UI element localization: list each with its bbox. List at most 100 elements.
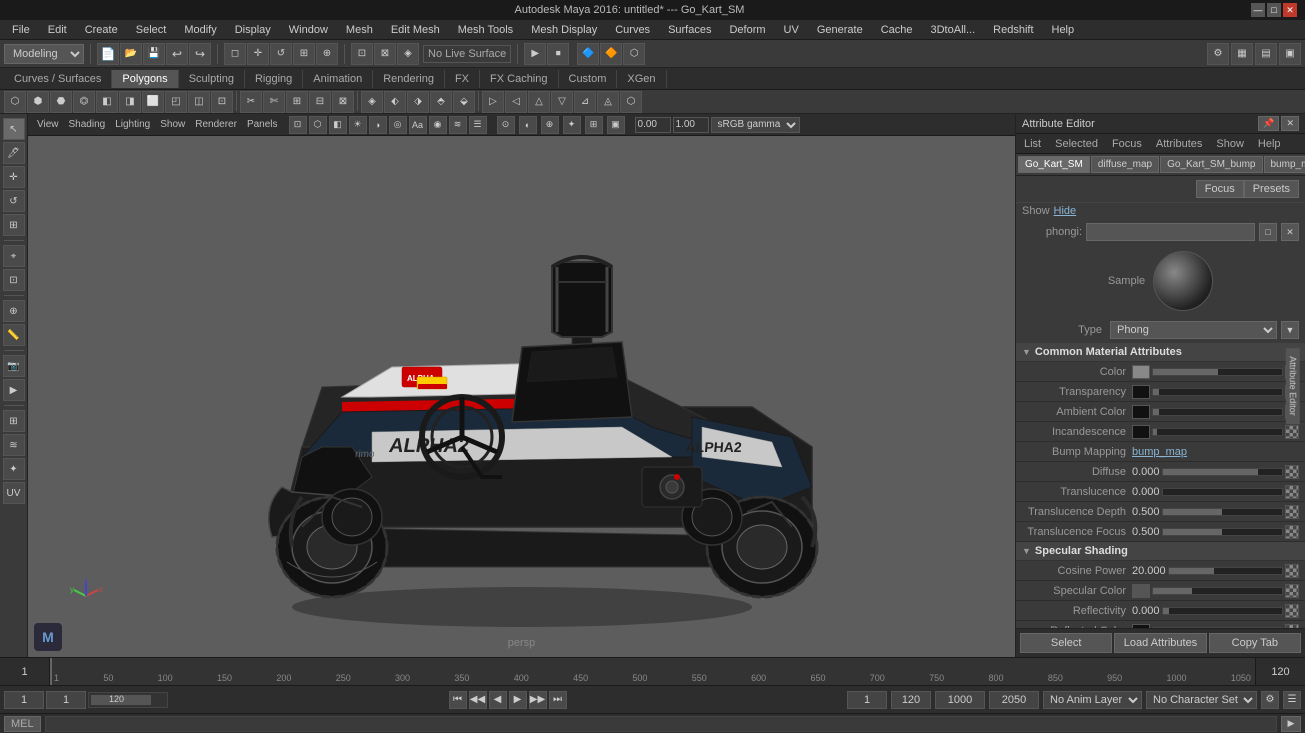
vp-icon-d[interactable]: ✦: [563, 116, 581, 134]
incandescence-checker[interactable]: [1285, 425, 1299, 439]
lt-snap[interactable]: ⊕: [3, 300, 25, 322]
poly-tb-24[interactable]: ▽: [551, 91, 573, 113]
transparency-slider[interactable]: [1152, 388, 1283, 396]
tab-animation[interactable]: Animation: [303, 70, 373, 88]
menu-redshift[interactable]: Redshift: [985, 22, 1041, 38]
menu-mesh-display[interactable]: Mesh Display: [523, 22, 605, 38]
attr-tab-attributes[interactable]: Attributes: [1152, 136, 1206, 152]
menu-window[interactable]: Window: [281, 22, 336, 38]
translucence-focus-checker[interactable]: [1285, 525, 1299, 539]
color-space-select[interactable]: sRGB gamma: [711, 117, 800, 133]
lt-camera[interactable]: 📷: [3, 355, 25, 377]
presets-button[interactable]: Presets: [1244, 180, 1299, 198]
lt-deform[interactable]: ≋: [3, 434, 25, 456]
poly-tb-11[interactable]: ✂: [240, 91, 262, 113]
module-dropdown[interactable]: Modeling: [4, 44, 84, 64]
poly-tb-20[interactable]: ⬙: [453, 91, 475, 113]
menu-display[interactable]: Display: [227, 22, 279, 38]
toolbar-universal[interactable]: ⊕: [316, 43, 338, 65]
transparency-swatch[interactable]: [1132, 385, 1150, 399]
toolbar-render1[interactable]: ▶: [524, 43, 546, 65]
tab-rendering[interactable]: Rendering: [373, 70, 445, 88]
specular-color-slider[interactable]: [1152, 587, 1283, 595]
view-menu[interactable]: View: [34, 119, 62, 130]
color-swatch[interactable]: [1132, 365, 1150, 379]
poly-tb-14[interactable]: ⊟: [309, 91, 331, 113]
lighting-menu[interactable]: Lighting: [112, 119, 153, 130]
lt-render[interactable]: ▶: [3, 379, 25, 401]
mel-run[interactable]: ▶: [1281, 716, 1301, 732]
attr-tab-selected[interactable]: Selected: [1051, 136, 1102, 152]
vp-motion[interactable]: ≋: [449, 116, 467, 134]
type-select[interactable]: Phong: [1110, 321, 1277, 339]
menu-select[interactable]: Select: [128, 22, 175, 38]
focus-button[interactable]: Focus: [1196, 180, 1244, 198]
playback-extra[interactable]: ☰: [1283, 691, 1301, 709]
vp-dof[interactable]: ◉: [429, 116, 447, 134]
translucence-focus-slider[interactable]: [1162, 528, 1283, 536]
playback-end-input[interactable]: [935, 691, 985, 709]
menu-help[interactable]: Help: [1044, 22, 1083, 38]
menu-uv[interactable]: UV: [776, 22, 807, 38]
toolbar-redo[interactable]: ↪: [189, 43, 211, 65]
menu-file[interactable]: File: [4, 22, 38, 38]
toolbar-scale[interactable]: ⊞: [293, 43, 315, 65]
translucence-depth-checker[interactable]: [1285, 505, 1299, 519]
attr-editor-close[interactable]: ✕: [1281, 116, 1299, 131]
poly-tb-1[interactable]: ⬡: [4, 91, 26, 113]
shading-menu[interactable]: Shading: [66, 119, 109, 130]
poly-tb-3[interactable]: ⬣: [50, 91, 72, 113]
minimize-btn[interactable]: —: [1251, 3, 1265, 17]
vp-icon-a[interactable]: ⊙: [497, 116, 515, 134]
specular-color-checker[interactable]: [1285, 584, 1299, 598]
menu-surfaces[interactable]: Surfaces: [660, 22, 719, 38]
camera-input[interactable]: [635, 117, 671, 133]
poly-tb-22[interactable]: ◁: [505, 91, 527, 113]
range-end-input[interactable]: [891, 691, 931, 709]
reflectivity-slider[interactable]: [1162, 607, 1283, 615]
poly-tb-6[interactable]: ◨: [119, 91, 141, 113]
phongi-close-btn[interactable]: ✕: [1281, 223, 1299, 241]
poly-tb-15[interactable]: ⊠: [332, 91, 354, 113]
toolbar-layout3[interactable]: ▣: [1279, 43, 1301, 65]
copy-tab-button[interactable]: Copy Tab: [1209, 633, 1301, 653]
poly-tb-18[interactable]: ⬗: [407, 91, 429, 113]
playback-go-end[interactable]: ⏭: [549, 691, 567, 709]
incandescence-slider[interactable]: [1152, 428, 1283, 436]
vp-icon-c[interactable]: ⊕: [541, 116, 559, 134]
vp-icon-f[interactable]: ▣: [607, 116, 625, 134]
renderer-menu[interactable]: Renderer: [192, 119, 240, 130]
lt-lasso[interactable]: ⌖: [3, 245, 25, 267]
playback-prev-frame[interactable]: ◀◀: [469, 691, 487, 709]
color-slider[interactable]: [1152, 368, 1283, 376]
vp-icon-e[interactable]: ⊞: [585, 116, 603, 134]
mat-tab-bump[interactable]: Go_Kart_SM_bump: [1160, 156, 1262, 173]
vp-lights[interactable]: ☀: [349, 116, 367, 134]
lt-marquee[interactable]: ⊡: [3, 269, 25, 291]
toolbar-new[interactable]: 📄: [97, 43, 119, 65]
ambient-swatch[interactable]: [1132, 405, 1150, 419]
mel-input[interactable]: [45, 716, 1277, 732]
poly-tb-13[interactable]: ⊞: [286, 91, 308, 113]
menu-modify[interactable]: Modify: [176, 22, 224, 38]
lt-paint[interactable]: 🖊: [3, 142, 25, 164]
poly-tb-25[interactable]: ⊿: [574, 91, 596, 113]
tab-sculpting[interactable]: Sculpting: [179, 70, 245, 88]
attr-tab-show[interactable]: Show: [1212, 136, 1248, 152]
tab-polygons[interactable]: Polygons: [112, 70, 178, 88]
timeline-track[interactable]: 1 50 100 150 200 250 300 350 400 450 500…: [50, 658, 1255, 685]
toolbar-icon3[interactable]: ⬡: [623, 43, 645, 65]
attributes-scroll-area[interactable]: ▼ Common Material Attributes Color Trans…: [1016, 343, 1305, 628]
reflectivity-checker[interactable]: [1285, 604, 1299, 618]
window-controls[interactable]: — □ ✕: [1251, 3, 1297, 17]
phongi-icon-btn[interactable]: □: [1259, 223, 1277, 241]
vp-smooth[interactable]: ⬡: [309, 116, 327, 134]
select-button[interactable]: Select: [1020, 633, 1112, 653]
playback-speed-input[interactable]: [989, 691, 1039, 709]
vp-textured[interactable]: ◧: [329, 116, 347, 134]
mat-tab-bump-map[interactable]: bump_map: [1264, 156, 1305, 173]
lt-move[interactable]: ✛: [3, 166, 25, 188]
toolbar-layout1[interactable]: ▦: [1231, 43, 1253, 65]
menu-curves[interactable]: Curves: [607, 22, 658, 38]
toolbar-open[interactable]: 📂: [120, 43, 142, 65]
